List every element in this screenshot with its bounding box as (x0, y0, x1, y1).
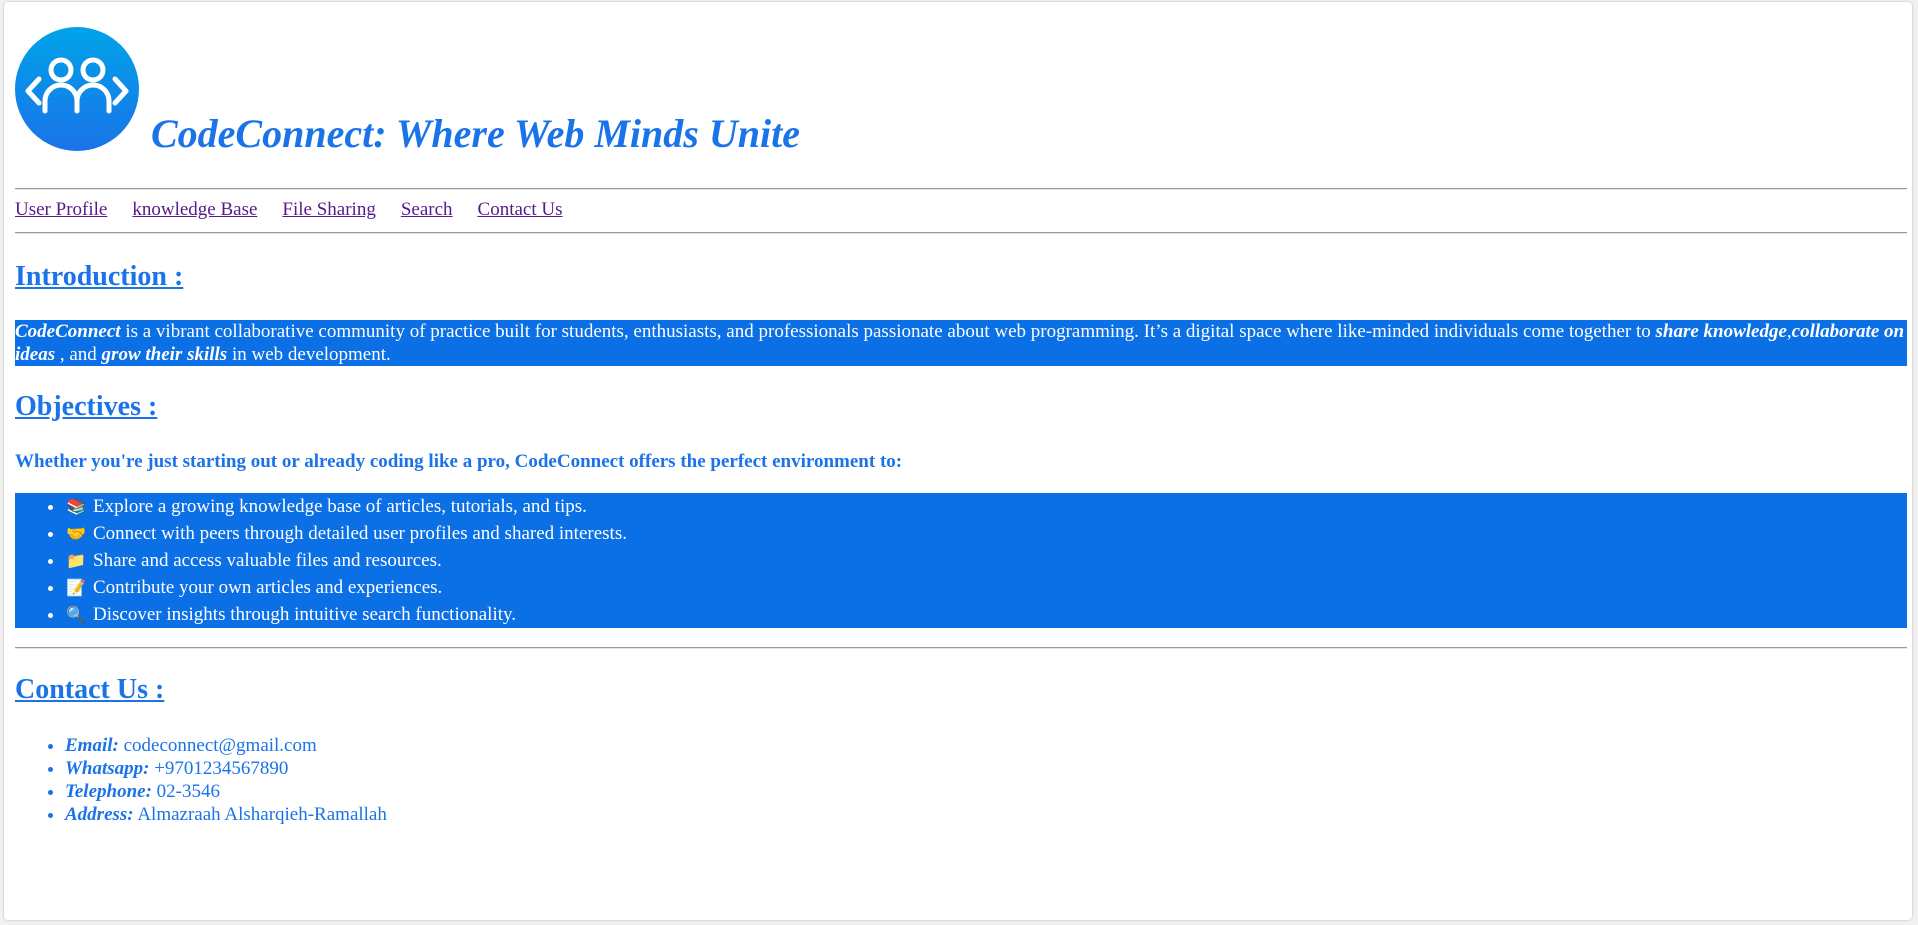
list-item: 📝 Contribute your own articles and experi… (65, 574, 1907, 601)
introduction-text: CodeConnect is a vibrant collaborative c… (15, 320, 1907, 366)
nav-link-search[interactable]: Search (401, 199, 453, 221)
contact-value: codeconnect@gmail.com (118, 735, 317, 756)
objective-text: Contribute your own articles and experie… (93, 577, 443, 598)
page: CodeConnect: Where Web Minds Unite User … (4, 2, 1912, 920)
intro-text-1: is a vibrant collaborative community of … (120, 321, 1656, 342)
intro-text-2: , and (55, 344, 102, 365)
introduction-heading: Introduction : (15, 261, 184, 292)
nav-link-knowledge-base[interactable]: knowledge Base (132, 199, 257, 221)
contact-label: Whatsapp: (65, 758, 150, 779)
divider-nav (15, 232, 1907, 234)
contact-telephone: Telephone: 02-3546 (65, 780, 387, 803)
objectives-heading: Objectives : (15, 391, 158, 422)
intro-emphasis-grow: grow their skills (101, 344, 228, 365)
contact-label: Address: (65, 804, 134, 825)
books-icon: 📚 (66, 497, 86, 516)
contact-email: Email: codeconnect@gmail.com (65, 734, 387, 757)
list-item: 📚 Explore a growing knowledge base of art… (65, 493, 1907, 520)
contact-label: Email: (65, 735, 119, 756)
list-item: 📁 Share and access valuable files and res… (65, 547, 1907, 574)
contact-value: 02-3546 (151, 781, 220, 802)
contact-heading: Contact Us : (15, 674, 165, 705)
memo-icon: 📝 (66, 578, 86, 597)
objectives-list: 📚 Explore a growing knowledge base of art… (15, 493, 1907, 628)
contact-whatsapp: Whatsapp: +9701234567890 (65, 757, 387, 780)
divider-top (15, 188, 1907, 190)
objectives-lead: Whether you're just starting out or alre… (15, 451, 903, 472)
site-title: CodeConnect: Where Web Minds Unite (151, 111, 800, 156)
contact-label: Telephone: (65, 781, 152, 802)
nav-link-file-sharing[interactable]: File Sharing (282, 199, 375, 221)
contact-list: Email: codeconnect@gmail.com Whatsapp: +… (15, 734, 387, 826)
objective-text: Connect with peers through detailed user… (93, 523, 627, 544)
objective-text: Share and access valuable files and reso… (93, 550, 442, 571)
nav-link-user-profile[interactable]: User Profile (15, 199, 107, 221)
people-collaboration-icon (15, 27, 139, 151)
contact-value: +9701234567890 (149, 758, 289, 779)
site-header: CodeConnect: Where Web Minds Unite (15, 27, 800, 156)
objective-text: Discover insights through intuitive sear… (93, 604, 517, 625)
intro-emphasis-share: share knowledge (1655, 321, 1787, 342)
list-item: 🔍 Discover insights through intuitive sea… (65, 601, 1907, 628)
contact-value: Almazraah Alsharqieh-Ramallah (133, 804, 387, 825)
list-item: 🤝 Connect with peers through detailed use… (65, 520, 1907, 547)
divider-contact (15, 647, 1907, 649)
handshake-icon: 🤝 (66, 524, 86, 543)
intro-text-3: in web development. (227, 344, 391, 365)
logo-svg (25, 57, 129, 114)
objective-text: Explore a growing knowledge base of arti… (93, 496, 587, 517)
contact-address: Address: Almazraah Alsharqieh-Ramallah (65, 803, 387, 826)
magnifier-icon: 🔍 (66, 605, 86, 624)
brand-name: CodeConnect (15, 321, 121, 342)
folder-icon: 📁 (66, 551, 86, 570)
nav-link-contact-us[interactable]: Contact Us (478, 199, 563, 221)
main-nav: User Profile knowledge Base File Sharing… (15, 199, 563, 221)
